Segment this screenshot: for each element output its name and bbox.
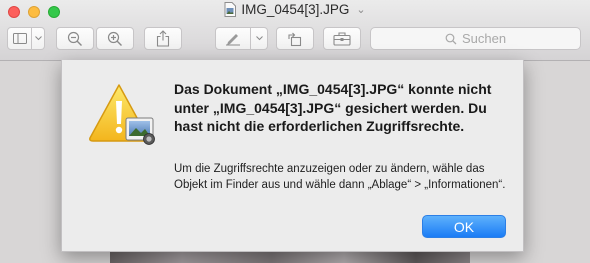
- search-field[interactable]: Suchen: [370, 27, 581, 50]
- alert-informative-text: Um die Zugriffsrechte anzuzeigen oder zu…: [174, 163, 506, 191]
- alert-headline: Das Dokument „IMG_0454[3].JPG“ konnte ni…: [174, 81, 492, 134]
- markup-menu-chevron-icon: [251, 27, 268, 50]
- toolbox-icon: [333, 31, 351, 46]
- sidebar-view-button[interactable]: [7, 27, 45, 50]
- chevron-down-icon: ⌄: [356, 4, 366, 16]
- ok-button[interactable]: OK: [422, 215, 506, 238]
- window-title-control[interactable]: IMG_0454[3].JPG ⌄: [224, 2, 366, 17]
- sidebar-icon: [7, 27, 32, 50]
- alert-sheet: Das Dokument „IMG_0454[3].JPG“ konnte ni…: [61, 60, 524, 252]
- share-button[interactable]: [144, 27, 182, 50]
- markup-pen-icon: [215, 27, 251, 50]
- toolbox-button[interactable]: [323, 27, 361, 50]
- sidebar-menu-chevron-icon: [32, 27, 45, 50]
- image-document-icon: [224, 2, 237, 17]
- rotate-button[interactable]: [276, 27, 314, 50]
- markup-button[interactable]: [215, 27, 268, 50]
- zoom-out-icon: [67, 31, 82, 46]
- share-icon: [156, 30, 170, 47]
- caution-warning-icon: [88, 82, 158, 148]
- window-titlebar: IMG_0454[3].JPG ⌄ Suchen: [0, 0, 590, 61]
- search-icon: [445, 33, 457, 44]
- search-placeholder: Suchen: [461, 31, 507, 46]
- rotate-icon: [288, 32, 302, 46]
- zoom-out-button[interactable]: [56, 27, 94, 50]
- zoom-in-button[interactable]: [96, 27, 134, 50]
- zoom-in-icon: [107, 31, 122, 46]
- window-title: IMG_0454[3].JPG: [241, 2, 350, 17]
